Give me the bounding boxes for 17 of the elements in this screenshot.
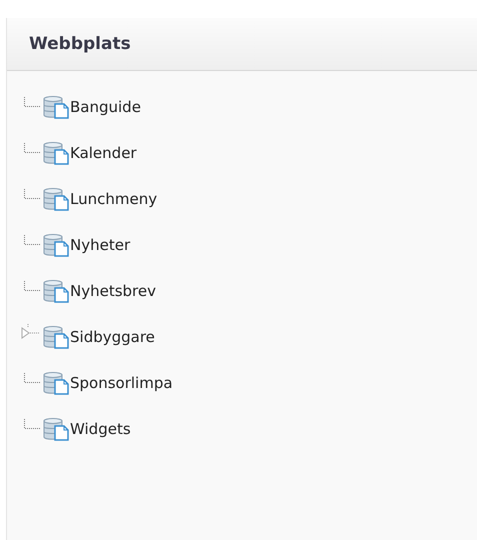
tree-item[interactable]: Sponsorlimpa bbox=[70, 374, 173, 392]
tree-item[interactable]: Banguide bbox=[70, 98, 141, 116]
database-page-icon bbox=[43, 233, 69, 257]
tree-item[interactable]: Nyhetsbrev bbox=[70, 282, 156, 300]
database-page-icon bbox=[43, 371, 69, 395]
database-page-icon bbox=[43, 141, 69, 165]
tree-item[interactable]: Nyheter bbox=[70, 236, 130, 254]
panel-title: Webbplats bbox=[29, 34, 131, 54]
tree-item[interactable]: Sidbyggare bbox=[70, 328, 155, 346]
tree-item[interactable]: Lunchmeny bbox=[70, 190, 158, 208]
database-page-icon bbox=[43, 187, 69, 211]
database-page-icon bbox=[43, 95, 69, 119]
database-page-icon bbox=[43, 417, 69, 441]
database-page-icon bbox=[43, 325, 69, 349]
tree-item[interactable]: Widgets bbox=[70, 420, 131, 438]
database-page-icon bbox=[43, 279, 69, 303]
tree-item[interactable]: Kalender bbox=[70, 144, 137, 162]
